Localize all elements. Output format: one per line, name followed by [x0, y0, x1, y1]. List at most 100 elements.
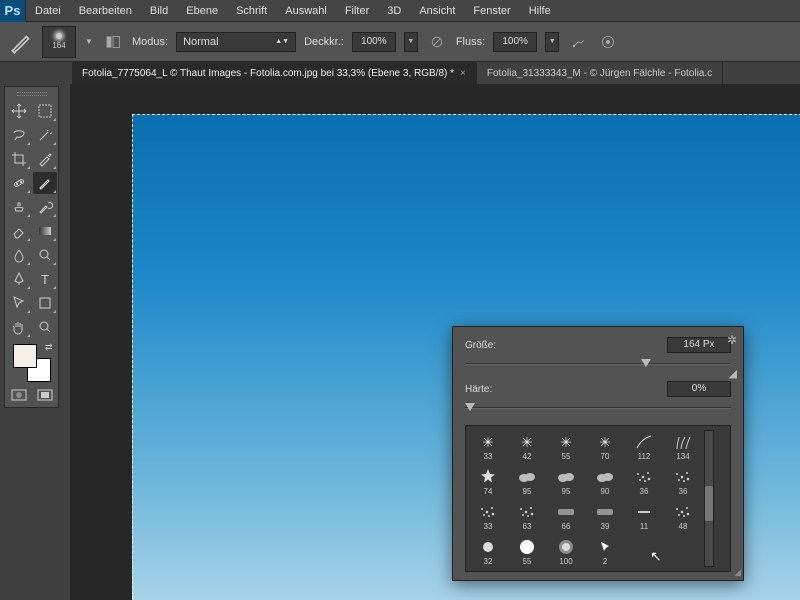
brush-preset[interactable]: 48: [665, 500, 701, 532]
brush-preset[interactable]: 74: [470, 465, 506, 497]
selection-tool[interactable]: [7, 292, 31, 314]
eyedropper-tool[interactable]: [33, 148, 57, 170]
chevron-down-icon[interactable]: ▼: [84, 26, 94, 58]
menu-bar: Ps Datei Bearbeiten Bild Ebene Schrift A…: [0, 0, 800, 22]
svg-text:T: T: [41, 272, 49, 287]
brush-preset[interactable]: 32: [470, 535, 506, 567]
flow-input[interactable]: 100%: [493, 32, 537, 52]
opacity-chevron-icon[interactable]: ▼: [404, 32, 418, 52]
resize-handle-icon[interactable]: ◢: [734, 567, 741, 578]
brush-preset[interactable]: 55: [509, 535, 545, 567]
brush-preset[interactable]: 33: [470, 430, 506, 462]
preset-size: 70: [601, 452, 610, 462]
panel-handle[interactable]: [8, 90, 55, 98]
menu-filter[interactable]: Filter: [336, 0, 378, 22]
menu-schrift[interactable]: Schrift: [227, 0, 276, 22]
preset-size: 39: [601, 522, 610, 532]
zoom-tool[interactable]: [33, 316, 57, 338]
gear-icon[interactable]: ✲: [727, 333, 737, 347]
mode-label: Modus:: [132, 36, 168, 48]
size-input[interactable]: 164 Px: [667, 337, 731, 353]
brush-tool[interactable]: [33, 172, 57, 194]
hand-tool[interactable]: [7, 316, 31, 338]
menu-ebene[interactable]: Ebene: [177, 0, 227, 22]
text-tool[interactable]: T: [33, 268, 57, 290]
brush-preset[interactable]: 39: [587, 500, 623, 532]
dodge-tool[interactable]: [33, 244, 57, 266]
menu-fenster[interactable]: Fenster: [464, 0, 519, 22]
eraser-tool[interactable]: [7, 220, 31, 242]
preset-size: 134: [676, 452, 689, 462]
tab-inactive[interactable]: Fotolia_31333343_M - © Jürgen Fälchle - …: [477, 62, 723, 84]
brush-preset[interactable]: 11: [626, 500, 662, 532]
healing-tool[interactable]: [7, 172, 31, 194]
menu-auswahl[interactable]: Auswahl: [276, 0, 336, 22]
brush-preset[interactable]: 55: [548, 430, 584, 462]
brush-panel-toggle-icon[interactable]: [102, 31, 124, 53]
pressure-size-icon[interactable]: [597, 31, 619, 53]
brush-preview-icon: [56, 33, 62, 39]
preset-preview-icon: [473, 502, 503, 522]
menu-ansicht[interactable]: Ansicht: [410, 0, 464, 22]
crop-tool[interactable]: [7, 148, 31, 170]
scrollbar[interactable]: [704, 430, 714, 567]
airbrush-icon[interactable]: [567, 31, 589, 53]
preset-size: 55: [562, 452, 571, 462]
blur-tool[interactable]: [7, 244, 31, 266]
clone-tool[interactable]: [7, 196, 31, 218]
menu-datei[interactable]: Datei: [26, 0, 70, 22]
brush-preset[interactable]: 112: [626, 430, 662, 462]
blend-mode-select[interactable]: Normal▲▼: [176, 32, 296, 52]
brush-preset[interactable]: [626, 535, 662, 567]
menu-hilfe[interactable]: Hilfe: [520, 0, 560, 22]
lasso-tool[interactable]: [7, 124, 31, 146]
color-swatches[interactable]: ⇄: [13, 344, 51, 382]
brush-preset[interactable]: 42: [509, 430, 545, 462]
hardness-input[interactable]: 0%: [667, 381, 731, 397]
shape-tool[interactable]: [33, 292, 57, 314]
brush-preset[interactable]: 33: [470, 500, 506, 532]
flow-chevron-icon[interactable]: ▼: [545, 32, 559, 52]
preset-size: 42: [523, 452, 532, 462]
move-tool[interactable]: [7, 100, 31, 122]
brush-preset[interactable]: 63: [509, 500, 545, 532]
screenmode-icon[interactable]: [33, 386, 57, 404]
brush-preset[interactable]: 2: [587, 535, 623, 567]
size-slider[interactable]: [465, 357, 731, 371]
preset-preview-icon: [512, 467, 542, 487]
quickmask-icon[interactable]: [7, 386, 31, 404]
hardness-label: Härte:: [465, 384, 492, 395]
brush-preset-picker[interactable]: 164: [42, 26, 76, 58]
hardness-slider[interactable]: [465, 401, 731, 415]
menu-3d[interactable]: 3D: [378, 0, 410, 22]
document-tabs: Fotolia_7775064_L © Thaut Images - Fotol…: [0, 62, 800, 84]
brush-preset[interactable]: 36: [626, 465, 662, 497]
foreground-swatch[interactable]: [13, 344, 37, 368]
pen-tool[interactable]: [7, 268, 31, 290]
pressure-opacity-icon[interactable]: [426, 31, 448, 53]
brush-preset[interactable]: 66: [548, 500, 584, 532]
menu-bild[interactable]: Bild: [141, 0, 177, 22]
magic-wand-tool[interactable]: [33, 124, 57, 146]
brush-preset[interactable]: 90: [587, 465, 623, 497]
brush-preset[interactable]: 100: [548, 535, 584, 567]
brush-preset[interactable]: 95: [509, 465, 545, 497]
preset-preview-icon: [590, 467, 620, 487]
marquee-tool[interactable]: [33, 100, 57, 122]
brush-preset[interactable]: 134: [665, 430, 701, 462]
preset-size: 95: [562, 487, 571, 497]
close-icon[interactable]: ×: [460, 68, 466, 79]
brush-preset[interactable]: 70: [587, 430, 623, 462]
brush-tool-icon[interactable]: [8, 29, 34, 55]
brush-size-value: 164: [52, 41, 65, 50]
swap-colors-icon[interactable]: ⇄: [45, 342, 53, 353]
brush-preset[interactable]: 95: [548, 465, 584, 497]
gradient-tool[interactable]: [33, 220, 57, 242]
preset-size: 55: [523, 557, 532, 567]
brush-preset[interactable]: 36: [665, 465, 701, 497]
tab-active[interactable]: Fotolia_7775064_L © Thaut Images - Fotol…: [72, 62, 477, 84]
opacity-input[interactable]: 100%: [352, 32, 396, 52]
menu-bearbeiten[interactable]: Bearbeiten: [70, 0, 141, 22]
history-brush-tool[interactable]: [33, 196, 57, 218]
brush-preset[interactable]: [665, 535, 701, 567]
